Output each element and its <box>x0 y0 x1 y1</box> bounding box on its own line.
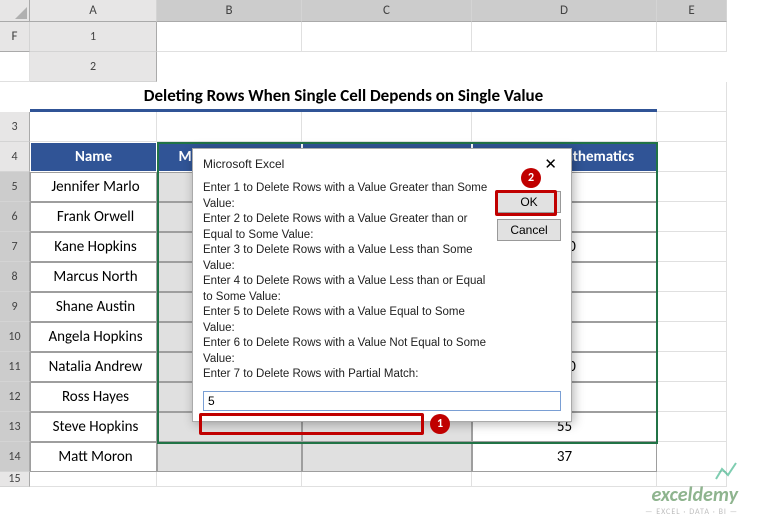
cell-math[interactable]: 37 <box>472 442 657 472</box>
dialog-prompt: Enter 1 to Delete Rows with a Value Grea… <box>203 181 489 383</box>
row-header-6[interactable]: 6 <box>0 202 30 232</box>
cell-name[interactable]: Ross Hayes <box>30 382 157 412</box>
cell-name[interactable]: Kane Hopkins <box>30 232 157 262</box>
cell-name[interactable]: Frank Orwell <box>30 202 157 232</box>
cell-name[interactable]: Angela Hopkins <box>30 322 157 352</box>
row-header-9[interactable]: 9 <box>0 292 30 322</box>
select-all-corner[interactable] <box>0 0 30 22</box>
dialog-title: Microsoft Excel <box>203 157 284 171</box>
row-header-8[interactable]: 8 <box>0 262 30 292</box>
col-header-F[interactable]: F <box>0 22 30 52</box>
th-name[interactable]: Name <box>30 142 157 172</box>
cell-name[interactable]: Marcus North <box>30 262 157 292</box>
row-header-2[interactable]: 2 <box>30 52 157 82</box>
row-header-15[interactable]: 15 <box>0 472 30 487</box>
watermark: exceldemy — EXCEL · DATA · BI — <box>645 461 738 517</box>
cancel-button[interactable]: Cancel <box>497 219 561 241</box>
cell-name[interactable]: Shane Austin <box>30 292 157 322</box>
cell-name[interactable]: Matt Moron <box>30 442 157 472</box>
row-header-5[interactable]: 5 <box>0 172 30 202</box>
page-title: Deleting Rows When Single Cell Depends o… <box>30 82 657 112</box>
close-icon[interactable]: ✕ <box>538 155 563 173</box>
col-header-D[interactable]: D <box>472 0 657 22</box>
row-header-7[interactable]: 7 <box>0 232 30 262</box>
dialog-input[interactable] <box>203 391 561 411</box>
cell-name[interactable]: Steve Hopkins <box>30 412 157 442</box>
row-header-13[interactable]: 13 <box>0 412 30 442</box>
row-header-14[interactable]: 14 <box>0 442 30 472</box>
cell-name[interactable]: Natalia Andrew <box>30 352 157 382</box>
row-header-11[interactable]: 11 <box>0 352 30 382</box>
col-header-A[interactable]: A <box>30 0 157 22</box>
row-header-1[interactable]: 1 <box>30 22 157 52</box>
col-header-E[interactable]: E <box>657 0 727 22</box>
input-dialog: Microsoft Excel ✕ Enter 1 to Delete Rows… <box>192 148 572 422</box>
row-header-12[interactable]: 12 <box>0 382 30 412</box>
cell-name[interactable]: Jennifer Marlo <box>30 172 157 202</box>
row-header-4[interactable]: 4 <box>0 142 30 172</box>
row-header-3[interactable]: 3 <box>0 112 30 142</box>
col-header-C[interactable]: C <box>302 0 472 22</box>
col-header-B[interactable]: B <box>157 0 302 22</box>
row-header-10[interactable]: 10 <box>0 322 30 352</box>
ok-button[interactable]: OK <box>497 191 561 213</box>
